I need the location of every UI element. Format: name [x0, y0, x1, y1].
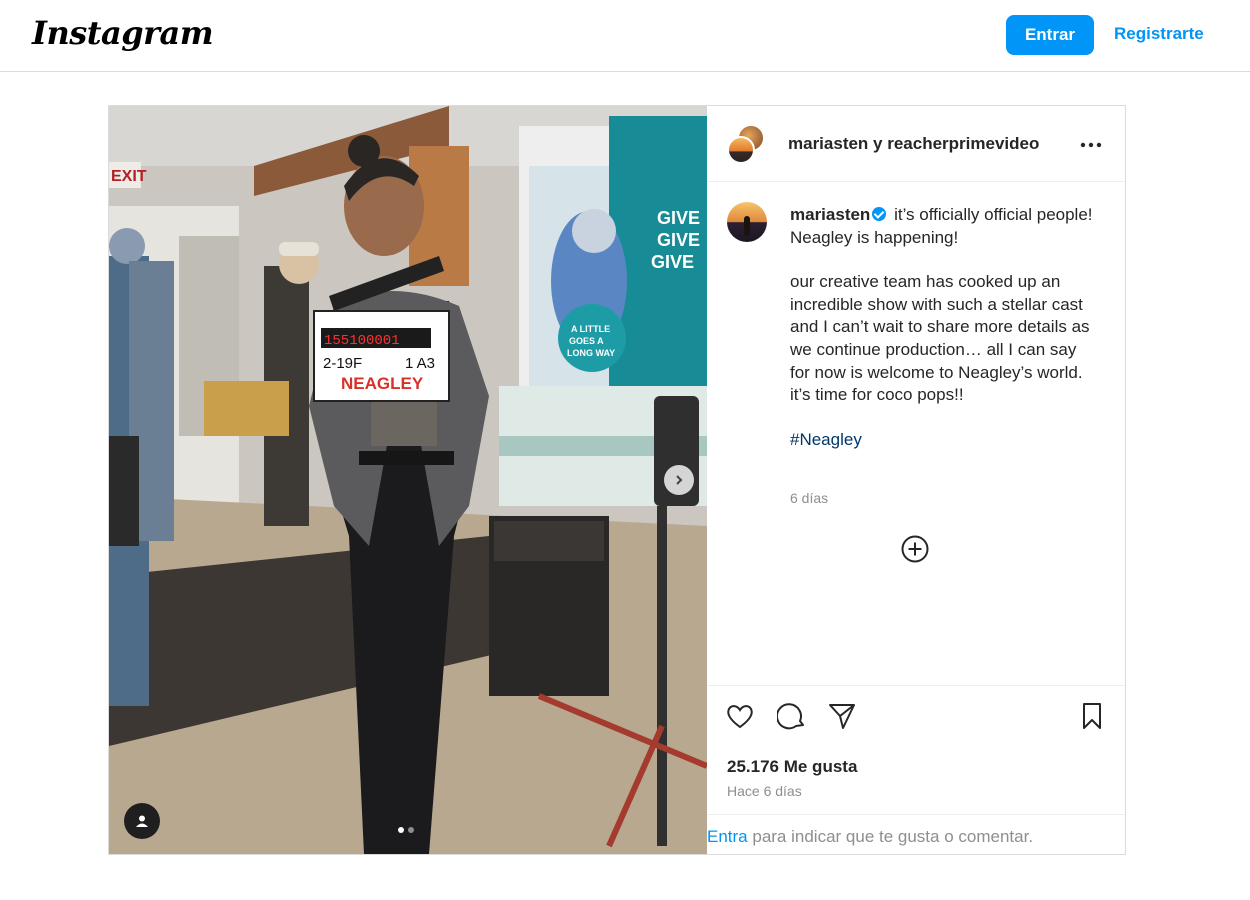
svg-text:GOES A: GOES A — [569, 336, 604, 346]
chevron-right-icon — [673, 474, 685, 486]
poster-text-1: GIVE — [657, 208, 700, 228]
poster-text-3: GIVE — [651, 252, 694, 272]
caption-area: mariasten it’s officially official peopl… — [707, 182, 1125, 686]
carousel-dot — [398, 827, 404, 833]
like-count[interactable]: 25.176 Me gusta — [727, 757, 857, 777]
post-authors[interactable]: mariasten y reacherprimevideo — [788, 134, 1039, 154]
user-tag-icon — [135, 814, 149, 828]
caption-username[interactable]: mariasten — [790, 205, 870, 224]
comment-button[interactable] — [775, 701, 807, 731]
post-timestamp[interactable]: Hace 6 días — [727, 783, 802, 799]
login-prompt: Entra para indicar que te gusta o coment… — [707, 827, 1033, 847]
collab-avatars[interactable] — [727, 124, 767, 164]
load-more-comments-button[interactable] — [900, 534, 930, 564]
user-tags-button[interactable] — [124, 803, 160, 839]
slate-scene: 2-19F — [323, 355, 362, 372]
slate-counter: 155100001 — [324, 333, 400, 349]
bookmark-icon — [1077, 703, 1107, 735]
post-caption: mariasten it’s officially official peopl… — [790, 204, 1100, 451]
post-actions — [707, 701, 1125, 737]
caption-paragraph: our creative team has cooked up an incre… — [790, 272, 1090, 405]
post-card: EXIT GIVE GIVE GIVE A LITTLE GOES A LONG… — [108, 105, 1126, 855]
like-button[interactable] — [725, 701, 755, 731]
caption-time: 6 días — [790, 490, 829, 506]
post-photo-scene: EXIT GIVE GIVE GIVE A LITTLE GOES A LONG… — [109, 106, 707, 854]
share-button[interactable] — [827, 701, 857, 731]
post-photo[interactable]: EXIT GIVE GIVE GIVE A LITTLE GOES A LONG… — [109, 106, 707, 854]
avatar — [727, 136, 755, 164]
heart-icon — [725, 705, 755, 735]
signup-link[interactable]: Registrarte — [1114, 24, 1204, 44]
login-prompt-text: para indicar que te gusta o comentar. — [747, 827, 1034, 846]
slate-take: 1 A3 — [405, 355, 435, 372]
carousel-indicator — [398, 827, 414, 833]
more-options-icon — [1080, 135, 1102, 153]
comment-icon — [775, 703, 807, 735]
login-link[interactable]: Entra — [707, 827, 748, 846]
login-button[interactable]: Entrar — [1006, 15, 1094, 55]
share-icon — [827, 704, 857, 735]
verified-badge-icon — [872, 207, 887, 221]
instagram-logo[interactable]: Instagram — [32, 14, 214, 52]
poster-text-2: GIVE — [657, 230, 700, 250]
login-prompt-bar: Entra para indicar que te gusta o coment… — [707, 814, 1125, 854]
avatar[interactable] — [727, 202, 767, 242]
hashtag-link[interactable]: #Neagley — [790, 429, 1100, 452]
save-button[interactable] — [1077, 701, 1107, 731]
slate-title: NEAGLEY — [341, 374, 424, 393]
svg-text:LONG WAY: LONG WAY — [567, 348, 615, 358]
plus-circle-icon — [900, 535, 930, 568]
exit-sign: EXIT — [111, 168, 147, 185]
post-header: mariasten y reacherprimevideo — [707, 106, 1125, 182]
more-options-button[interactable] — [1079, 132, 1103, 156]
svg-text:A LITTLE: A LITTLE — [571, 324, 610, 334]
post-side-panel: mariasten y reacherprimevideo mariasten … — [707, 106, 1125, 854]
carousel-next-button[interactable] — [664, 465, 694, 495]
carousel-dot — [408, 827, 414, 833]
top-bar: Instagram Entrar Registrarte — [0, 0, 1250, 72]
